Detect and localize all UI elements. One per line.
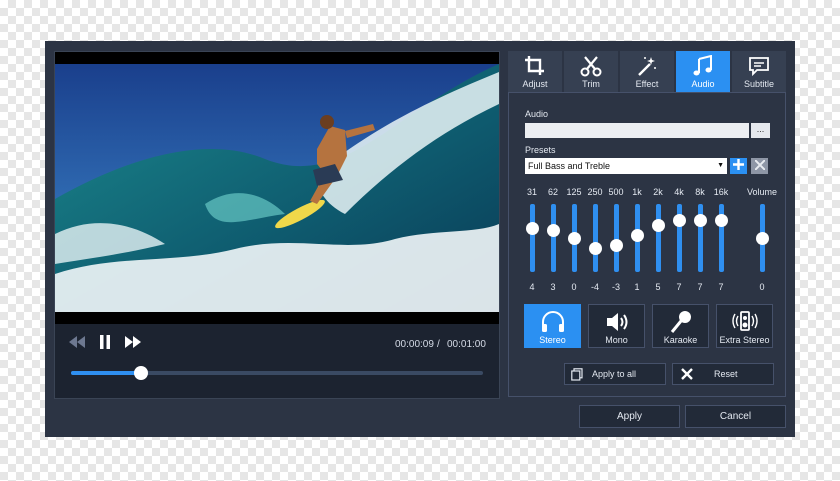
tab-label: Adjust: [522, 79, 548, 89]
rewind-icon: [69, 335, 85, 353]
eq-slider-1k[interactable]: [630, 204, 644, 272]
eq-slider-thumb[interactable]: [609, 239, 623, 252]
fast-forward-icon: [125, 335, 141, 353]
video-player: 00:00:09 / 00:01:00: [54, 51, 500, 399]
apply-button[interactable]: Apply: [579, 405, 680, 428]
forward-button[interactable]: [123, 334, 143, 354]
current-time: 00:00:09: [395, 339, 434, 350]
reset-label: Reset: [714, 369, 738, 379]
close-icon: [681, 368, 693, 382]
eq-band-freq: 16k: [713, 187, 729, 197]
eq-slider-thumb[interactable]: [567, 231, 581, 245]
video-frame: [55, 52, 499, 324]
eq-band-gain: 7: [718, 282, 724, 292]
mode-extra-stereo-button[interactable]: Extra Stereo: [716, 304, 773, 348]
mode-label: Mono: [605, 335, 628, 345]
volume-slider[interactable]: [755, 204, 769, 272]
eq-slider-31[interactable]: [525, 204, 539, 272]
tab-bar: Adjust Trim Effect Audio Subtitle: [508, 51, 786, 92]
presets-label: Presets: [525, 145, 556, 155]
speaker-icon: [589, 309, 644, 335]
tab-label: Subtitle: [743, 79, 775, 89]
crop-icon: [508, 55, 562, 79]
eq-slider-500[interactable]: [609, 204, 623, 272]
preset-value: Full Bass and Treble: [528, 161, 611, 171]
music-note-icon: [676, 54, 730, 79]
mode-karaoke-button[interactable]: Karaoke: [652, 304, 709, 348]
mode-label: Stereo: [539, 335, 566, 345]
player-controls: 00:00:09 / 00:01:00: [55, 324, 499, 398]
seek-thumb[interactable]: [134, 366, 149, 380]
tab-label: Trim: [582, 79, 600, 89]
eq-slider-250[interactable]: [588, 204, 602, 272]
mode-mono-button[interactable]: Mono: [588, 304, 645, 348]
eq-slider-thumb[interactable]: [546, 224, 560, 237]
tab-adjust[interactable]: Adjust: [508, 51, 562, 92]
headphones-icon: [525, 309, 580, 335]
audio-track-field[interactable]: [525, 123, 749, 138]
browse-audio-button[interactable]: ...: [751, 123, 770, 138]
scissors-icon: [564, 55, 618, 79]
mode-stereo-button[interactable]: Stereo: [524, 304, 581, 348]
eq-slider-16k[interactable]: [714, 204, 728, 272]
subtitle-icon: [732, 55, 786, 79]
reset-button[interactable]: Reset: [672, 363, 774, 385]
plus-icon: [733, 157, 744, 175]
preset-dropdown[interactable]: Full Bass and Treble ▼: [525, 158, 727, 174]
audio-panel: Audio ... Presets Full Bass and Treble ▼…: [508, 92, 786, 397]
eq-slider-125[interactable]: [567, 204, 581, 272]
audio-label: Audio: [525, 109, 549, 119]
editor-window: 00:00:09 / 00:01:00 Adjust Trim Effect A…: [45, 41, 795, 437]
eq-slider-thumb[interactable]: [630, 229, 644, 242]
eq-slider-thumb[interactable]: [525, 221, 539, 235]
eq-slider-thumb[interactable]: [651, 219, 665, 232]
tab-subtitle[interactable]: Subtitle: [732, 51, 786, 92]
eq-slider-thumb[interactable]: [588, 241, 602, 255]
microphone-icon: [653, 309, 708, 335]
surround-speaker-icon: [717, 309, 772, 335]
pause-icon: [99, 334, 111, 354]
eq-slider-2k[interactable]: [651, 204, 665, 272]
seek-progress: [71, 371, 142, 375]
video-preview: [55, 64, 499, 312]
volume-value: 0: [759, 282, 765, 292]
tab-audio[interactable]: Audio: [676, 51, 730, 92]
eq-slider-thumb[interactable]: [693, 214, 707, 227]
seek-bar[interactable]: [71, 366, 483, 380]
mode-label: Karaoke: [663, 335, 698, 345]
tab-label: Effect: [635, 79, 659, 89]
eq-slider-62[interactable]: [546, 204, 560, 272]
apply-to-all-label: Apply to all: [592, 369, 637, 379]
delete-preset-button[interactable]: [751, 158, 768, 174]
eq-slider-thumb[interactable]: [672, 214, 686, 227]
eq-slider-thumb[interactable]: [714, 214, 728, 227]
tab-trim[interactable]: Trim: [564, 51, 618, 92]
close-icon: [753, 157, 766, 175]
pause-button[interactable]: [95, 334, 115, 354]
rewind-button[interactable]: [67, 334, 87, 354]
tab-effect[interactable]: Effect: [620, 51, 674, 92]
chevron-down-icon: ▼: [717, 162, 724, 169]
magic-wand-icon: [620, 55, 674, 79]
apply-to-all-button[interactable]: Apply to all: [564, 363, 666, 385]
eq-slider-4k[interactable]: [672, 204, 686, 272]
total-time: 00:01:00: [447, 339, 486, 350]
add-preset-button[interactable]: [730, 158, 747, 174]
time-separator: /: [437, 339, 440, 350]
cancel-button[interactable]: Cancel: [685, 405, 786, 428]
volume-label: Volume: [746, 187, 778, 197]
volume-slider-thumb[interactable]: [755, 231, 769, 245]
mode-label: Extra Stereo: [719, 335, 770, 345]
tab-label: Audio: [691, 79, 715, 89]
copy-icon: [571, 368, 583, 383]
eq-slider-8k[interactable]: [693, 204, 707, 272]
